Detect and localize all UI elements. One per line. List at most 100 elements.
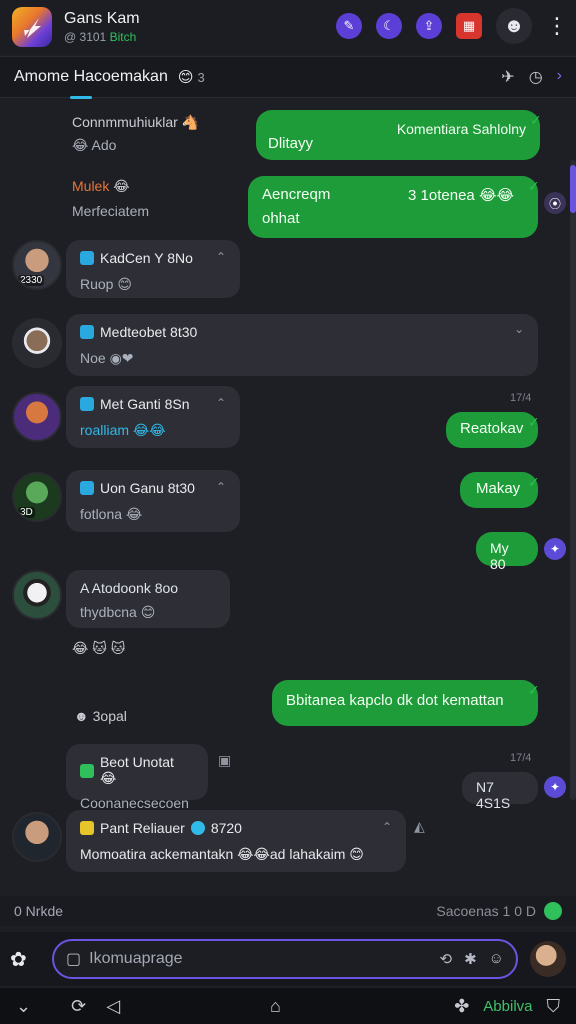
message-input-wrap[interactable]: ▢ ⟲ ✱ ☺ <box>52 939 518 979</box>
typing-status-bar: 0 Nrkde Sacoenas 1 0 D <box>0 896 576 926</box>
avatar[interactable]: 3D <box>12 472 62 522</box>
verified-icon <box>80 763 94 778</box>
outgoing-message[interactable]: My 80 <box>476 532 538 572</box>
chevron-down-icon[interactable]: ⌄ <box>514 322 524 336</box>
app-title: Gans Kam <box>64 9 140 27</box>
reaction-icon: ◉❤ <box>109 350 134 366</box>
message-body: Noe ◉❤ <box>80 350 524 367</box>
system-nav-bar: ⌄ ⟳ ◁ ⌂ ✤ Abbilva ⛉ <box>0 988 576 1024</box>
incoming-message[interactable]: Met Ganti 8Sn roalliam 😂😂 ⌃ <box>66 386 240 448</box>
channel-name[interactable]: Amome Hacoemakan <box>14 68 168 86</box>
clock-icon[interactable]: ◷ <box>529 67 543 87</box>
outgoing-message[interactable]: Makay ✓ <box>460 472 540 508</box>
avatar[interactable]: 2330 <box>12 240 62 290</box>
sender-name: Pant Reliauer <box>100 820 185 836</box>
attach-icon[interactable]: ▣ <box>218 752 231 769</box>
sender-name: A Atodoonk 8oo <box>80 580 179 596</box>
top-icons: ✎ ☾ ⇪ ▦ ☻ ⋮ <box>336 8 568 44</box>
nav-right: ✤ Abbilva ⛉ <box>454 996 560 1017</box>
sender-row: KadCen Y 8No <box>80 250 226 266</box>
incoming-message[interactable]: Medteobet 8t30 Noe ◉❤ ⌄ <box>66 314 538 376</box>
sender-name: Connmmuhiuklar <box>72 114 178 130</box>
gallery-icon[interactable]: ▦ <box>456 13 482 39</box>
pin-icon[interactable]: ⌃ <box>216 250 226 264</box>
message-list[interactable]: Connmmuhiuklar 🐴 😂 Ado Komentiara Sahlol… <box>0 100 576 900</box>
avatar[interactable] <box>12 570 62 620</box>
verified-icon <box>80 821 94 835</box>
avatar-label: 2330 <box>18 275 45 286</box>
avatar[interactable] <box>12 392 62 442</box>
outgoing-message[interactable]: Komentiara Sahlolny Dlitayy ✓ <box>256 110 542 160</box>
message-body: fotlona 😂 <box>80 506 143 522</box>
share-icon[interactable]: ◭ <box>414 818 425 835</box>
gif-icon[interactable]: ⟲ <box>440 950 453 968</box>
send-status-icon: ✦ <box>544 538 566 560</box>
moon-icon[interactable]: ☾ <box>376 13 402 39</box>
check-icon: ✓ <box>528 474 540 490</box>
incoming-message[interactable]: A Atodoonk 8oo thydbcna 😊 <box>66 570 230 628</box>
active-label[interactable]: Abbilva <box>483 998 532 1015</box>
verified-icon <box>80 325 94 339</box>
chevron-right-icon[interactable]: › <box>557 67 562 87</box>
apps-icon[interactable]: ✿ <box>10 947 38 972</box>
message-composer: ✿ ▢ ⟲ ✱ ☺ <box>0 932 576 986</box>
rocket-icon[interactable]: ✎ <box>336 13 362 39</box>
channel-header: Amome Hacoemakan 😊 3 ✈ ◷ › <box>0 56 576 99</box>
channel-count: 3 <box>197 69 205 85</box>
send-icon[interactable]: ◁ <box>106 996 120 1017</box>
incoming-message[interactable]: Pant Reliauer 8720 Momoatira ackemantakn… <box>66 810 406 872</box>
outgoing-message[interactable]: Bbitanea kapclo dk dot kemattan ✓ <box>272 680 540 726</box>
outgoing-message[interactable]: Aencreqm 3 1otenea 😂😂 ohhat ✓ <box>248 176 540 238</box>
pin-icon[interactable]: ⌃ <box>216 396 226 410</box>
avatar[interactable] <box>12 318 62 368</box>
more-menu-icon[interactable]: ⋮ <box>546 13 568 39</box>
incoming-message[interactable]: KadCen Y 8No Ruop 😊 ⌃ <box>66 240 240 298</box>
scrollbar-thumb[interactable] <box>570 165 576 213</box>
message-input[interactable] <box>89 950 440 968</box>
reaction-icon: 🐴 <box>181 114 200 130</box>
active-tab-indicator <box>70 96 92 99</box>
upload-icon[interactable]: ⇪ <box>416 13 442 39</box>
message-text: ohhat <box>262 210 300 227</box>
check-icon: ✓ <box>528 414 540 430</box>
inline-emoji-row: 😂 🐱 🐱 <box>72 640 126 656</box>
pin-icon[interactable]: ⌃ <box>216 480 226 494</box>
app-title-block: Gans Kam @ 3101 Bitch <box>64 10 140 45</box>
app-logo[interactable] <box>12 7 52 47</box>
message-body: Momoatira ackemantakn 😂😂ad lahakaim 😊 <box>80 846 364 862</box>
message-body: 😂 Ado <box>72 137 117 153</box>
shield-icon[interactable]: ⛉ <box>547 996 561 1017</box>
message-text: Makay <box>476 480 521 497</box>
chevron-down-icon[interactable]: ⌄ <box>16 996 31 1017</box>
badge-number: 8720 <box>210 820 242 836</box>
puzzle-icon[interactable]: ✤ <box>454 996 469 1017</box>
link-icon[interactable]: ⟳ <box>71 996 86 1017</box>
sender-row: A Atodoonk 8oo <box>80 580 216 596</box>
status-icon: ⦿ <box>544 192 566 214</box>
input-actions: ⟲ ✱ ☺ <box>440 950 504 968</box>
outgoing-message[interactable]: N7 4S1S <box>462 772 538 811</box>
pin-icon[interactable]: ⌃ <box>382 820 392 834</box>
avatar[interactable] <box>12 812 62 862</box>
bolt-icon <box>24 18 41 38</box>
sticker-icon[interactable]: ✱ <box>464 950 477 968</box>
my-avatar[interactable] <box>530 941 566 977</box>
message-body: roalliam 😂😂 <box>80 422 166 438</box>
profile-mascot-icon[interactable]: ☻ <box>496 8 532 44</box>
pin-icon[interactable]: ✈ <box>501 67 514 87</box>
face-icon: ☻ <box>74 708 89 724</box>
message-text: N7 4S1S <box>476 779 511 811</box>
app-subtitle: @ 3101 Bitch <box>64 31 140 44</box>
home-icon[interactable]: ⌂ <box>270 996 281 1017</box>
incoming-message[interactable]: Beot Unotat 😂 Coonanecsecoen <box>66 744 208 811</box>
channel-emoji: 😊 <box>177 69 194 86</box>
message-text: Komentiara Sahlolny <box>396 121 526 137</box>
outgoing-message[interactable]: Reatokav ✓ <box>446 412 540 448</box>
sender-row: Medteobet 8t30 <box>80 324 524 340</box>
emoji-icon[interactable]: ☺ <box>489 950 504 968</box>
message-text: Aencreqm <box>262 186 331 203</box>
attach-icon[interactable]: ▢ <box>66 949 81 969</box>
scrollbar[interactable] <box>570 160 576 800</box>
incoming-message[interactable]: Uon Ganu 8t30 fotlona 😂 ⌃ <box>66 470 240 532</box>
message-text: Reatokav <box>460 420 524 437</box>
